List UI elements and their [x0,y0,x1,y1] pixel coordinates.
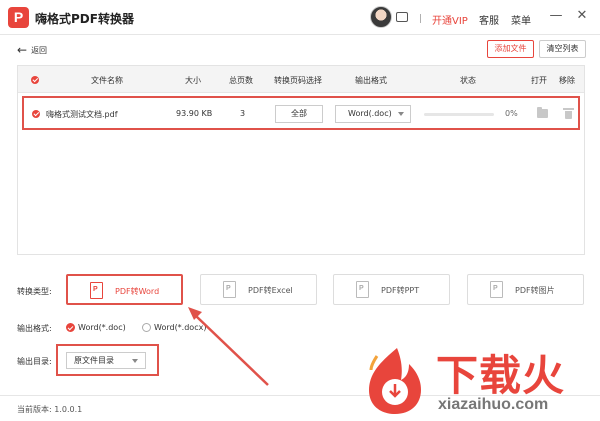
version-text: 当前版本: 1.0.0.1 [17,405,83,414]
flame-logo-icon [369,348,421,414]
watermark-url: xiazaihuo.com [438,396,549,413]
watermark-text: 下载火 [436,351,566,400]
